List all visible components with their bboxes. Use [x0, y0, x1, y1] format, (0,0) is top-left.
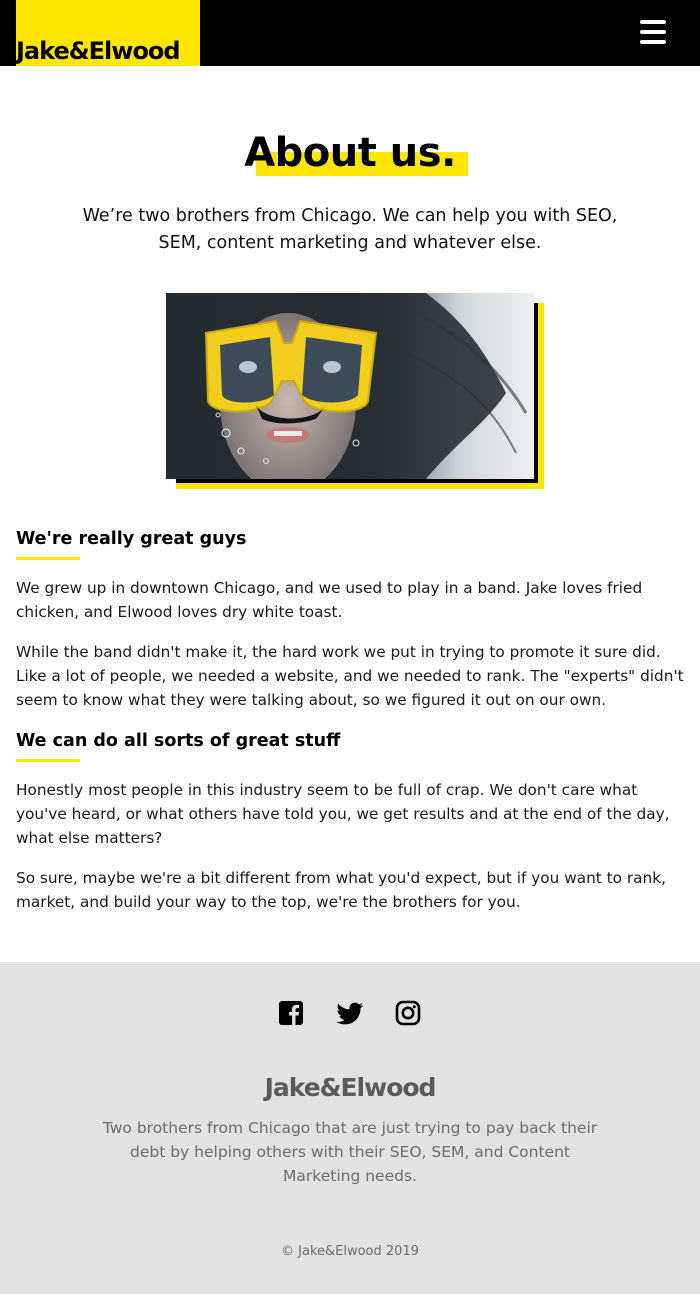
- section-paragraph: While the band didn't make it, the hard …: [16, 643, 684, 709]
- hero-image: [166, 293, 534, 479]
- copyright-text: © Jake&Elwood 2019: [281, 1244, 419, 1259]
- heading-underline: [16, 557, 80, 560]
- intro-text: We’re two brothers from Chicago. We can …: [82, 206, 618, 253]
- heading-underline: [16, 759, 80, 762]
- instagram-icon[interactable]: [395, 1000, 423, 1028]
- diving-mask-photo: [166, 293, 534, 479]
- site-header: Jake&Elwood: [0, 0, 700, 66]
- section-paragraph: We grew up in downtown Chicago, and we u…: [16, 579, 643, 621]
- section-heading: We can do all sorts of great stuff: [16, 731, 341, 751]
- section-paragraph: Honestly most people in this industry se…: [16, 781, 670, 847]
- site-logo[interactable]: Jake&Elwood: [16, 36, 181, 66]
- twitter-icon[interactable]: [336, 1000, 364, 1028]
- hamburger-menu-icon[interactable]: [640, 20, 668, 48]
- section-paragraph: So sure, maybe we're a bit different fro…: [16, 869, 666, 911]
- footer-logo[interactable]: Jake&Elwood: [0, 1072, 700, 1104]
- page-title-wrap: About us.: [0, 128, 700, 178]
- section-heading: We're really great guys: [16, 529, 247, 549]
- page-title: About us.: [244, 128, 468, 178]
- facebook-icon[interactable]: [278, 1000, 306, 1028]
- footer-description: Two brothers from Chicago that are just …: [102, 1119, 598, 1185]
